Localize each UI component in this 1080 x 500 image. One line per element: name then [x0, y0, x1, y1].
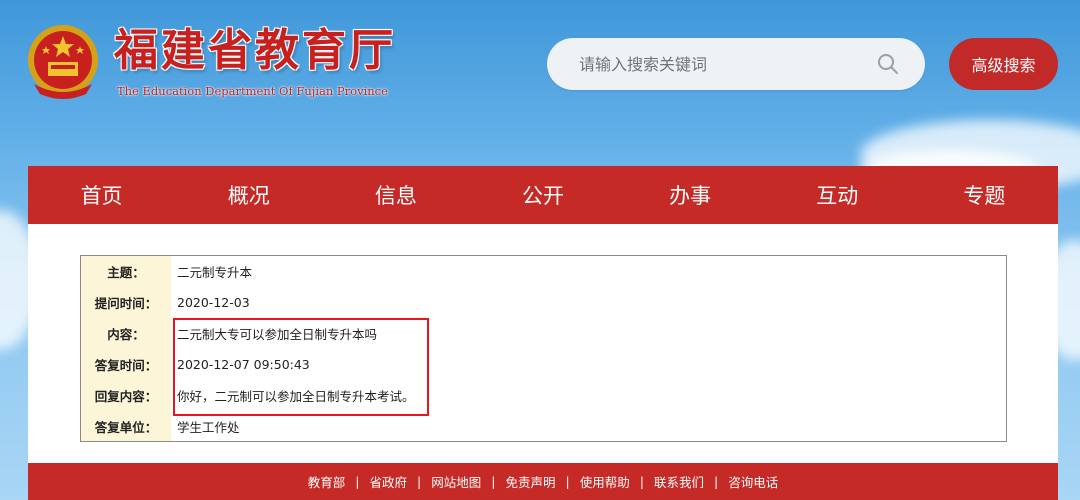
search-icon[interactable] [877, 53, 899, 75]
table-row: 答复时间： 2020-12-07 09:50:43 [81, 349, 1006, 379]
footer-link-sitemap[interactable]: 网站地图 [431, 472, 481, 491]
table-row: 内容： 二元制大专可以参加全日制专升本吗 [81, 318, 1006, 348]
nav-item-overview[interactable]: 概况 [175, 166, 322, 224]
footer-link-disclaimer[interactable]: 免责声明 [505, 472, 555, 491]
footer-separator: | [639, 474, 644, 489]
nav-item-interaction[interactable]: 互动 [764, 166, 911, 224]
search-input[interactable] [579, 38, 859, 90]
row-label: 答复时间： [81, 349, 171, 379]
footer-separator: | [417, 474, 422, 489]
footer-separator: | [491, 474, 496, 489]
row-value: 2020-12-07 09:50:43 [177, 356, 310, 372]
site-title: 福建省教育厅 [114, 25, 396, 76]
nav-item-home[interactable]: 首页 [28, 166, 175, 224]
footer-bar: 教育部 | 省政府 | 网站地图 | 免责声明 | 使用帮助 | 联系我们 | … [28, 463, 1058, 500]
footer-link-help[interactable]: 使用帮助 [580, 472, 630, 491]
footer-separator: | [355, 474, 360, 489]
main-nav: 首页 概况 信息 公开 办事 互动 专题 [28, 166, 1058, 224]
row-value: 2020-12-03 [177, 294, 250, 310]
main-content: 主题： 二元制专升本 提问时间： 2020-12-03 内容： 二元制大专可以参… [28, 224, 1058, 463]
row-value: 二元制大专可以参加全日制专升本吗 [177, 326, 378, 342]
footer-separator: | [713, 474, 719, 489]
row-label: 答复单位： [81, 411, 171, 441]
nav-item-topics[interactable]: 专题 [911, 166, 1058, 224]
row-value: 你好，二元制可以参加全日制专升本考试。 [177, 388, 415, 404]
question-detail-table: 主题： 二元制专升本 提问时间： 2020-12-03 内容： 二元制大专可以参… [80, 255, 1007, 442]
row-value: 学生工作处 [177, 419, 240, 435]
table-row: 主题： 二元制专升本 [81, 256, 1006, 286]
nav-item-public[interactable]: 公开 [469, 166, 616, 224]
nav-item-services[interactable]: 办事 [617, 166, 764, 224]
footer-link-contact[interactable]: 联系我们 [654, 472, 704, 491]
row-label: 主题： [81, 256, 171, 286]
search-box [547, 38, 925, 90]
footer-separator: | [565, 474, 570, 489]
footer-link-moe[interactable]: 教育部 [308, 472, 346, 491]
row-value: 二元制专升本 [177, 264, 253, 280]
footer-link-provincial-gov[interactable]: 省政府 [370, 472, 408, 491]
row-label: 提问时间： [81, 287, 171, 317]
site-subtitle: The Education Department Of Fujian Provi… [117, 84, 388, 98]
table-row: 回复内容： 你好，二元制可以参加全日制专升本考试。 [81, 380, 1006, 410]
footer-link-hotline[interactable]: 咨询电话 [728, 472, 778, 491]
row-label: 回复内容： [81, 380, 171, 410]
table-row: 答复单位： 学生工作处 [81, 411, 1006, 441]
advanced-search-button[interactable]: 高级搜索 [949, 38, 1058, 90]
table-row: 提问时间： 2020-12-03 [81, 287, 1006, 317]
row-label: 内容： [81, 318, 171, 348]
nav-item-info[interactable]: 信息 [322, 166, 469, 224]
national-emblem-icon [28, 25, 98, 99]
